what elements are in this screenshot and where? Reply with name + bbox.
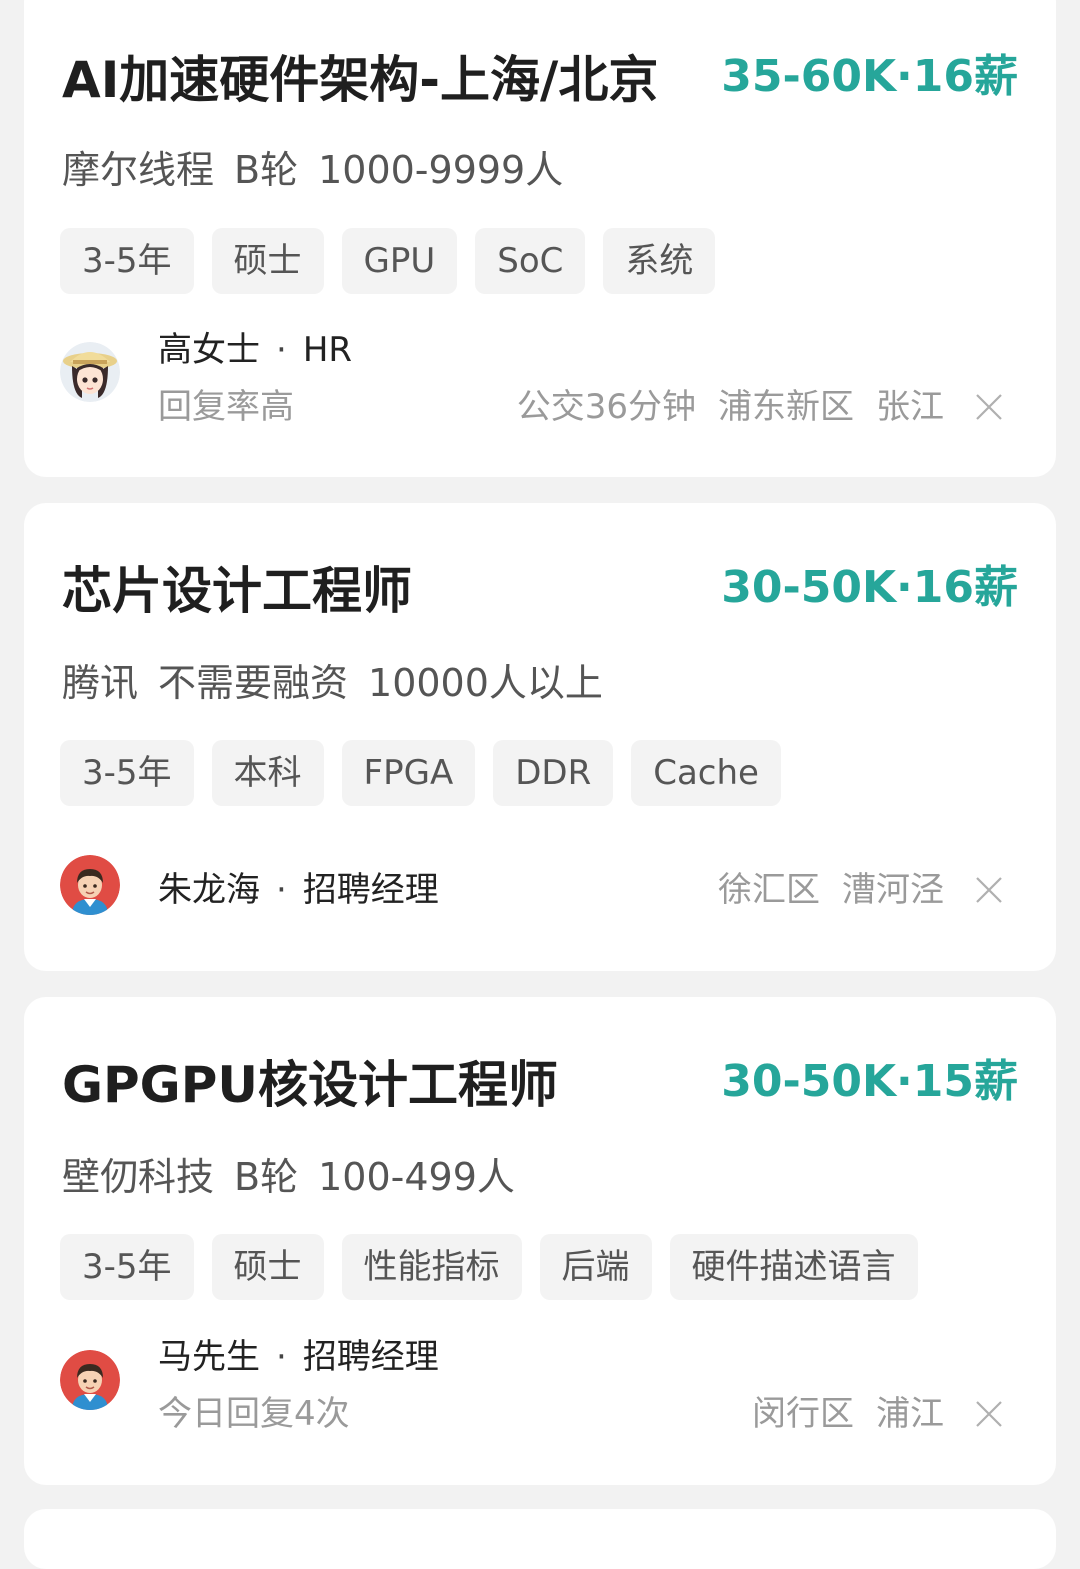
company-name: 腾讯	[62, 661, 139, 705]
recruiter-role: 招聘经理	[302, 870, 439, 910]
reply-status: 回复率高	[158, 387, 294, 427]
salary: 30-50K·16薪	[721, 562, 1018, 613]
company-name: 摩尔线程	[62, 148, 215, 192]
area: 浦江	[876, 1394, 944, 1434]
tag-list: 3-5年 硕士 GPU SoC 系统	[60, 228, 716, 294]
company-info: 壁仞科技 B轮 100-499人	[62, 1158, 515, 1196]
job-card[interactable]: GPGPU核设计工程师 30-50K·15薪 壁仞科技 B轮 100-499人 3-…	[24, 997, 1056, 1485]
tag: 系统	[603, 228, 716, 294]
job-location: 徐汇区 漕河泾	[718, 873, 944, 907]
company-stage: 不需要融资	[158, 661, 349, 705]
tag: 硬件描述语言	[669, 1234, 918, 1300]
tag: 3-5年	[60, 1234, 194, 1300]
close-icon[interactable]	[974, 1399, 1004, 1429]
separator-dot: ·	[276, 1337, 287, 1377]
man-avatar-icon	[60, 1350, 120, 1410]
recruiter-avatar[interactable]	[60, 342, 120, 402]
separator-dot: ·	[276, 870, 287, 910]
job-title: GPGPU核设计工程师	[62, 1056, 558, 1114]
commute-time: 公交36分钟	[516, 387, 696, 427]
salary: 35-60K·16薪	[721, 51, 1018, 102]
recruiter-name: 朱龙海 · 招聘经理	[158, 873, 439, 907]
recruiter-name: 高女士 · HR	[158, 333, 352, 367]
company-name: 壁仞科技	[62, 1155, 215, 1199]
company-size: 100-499人	[318, 1155, 515, 1199]
tag: Cache	[631, 740, 781, 806]
close-icon[interactable]	[974, 875, 1004, 905]
job-card[interactable]	[24, 1509, 1056, 1569]
company-stage: B轮	[234, 1155, 299, 1199]
recruiter-avatar[interactable]	[60, 855, 120, 915]
job-card[interactable]: AI加速硬件架构-上海/北京 35-60K·16薪 摩尔线程 B轮 1000-999…	[24, 0, 1056, 477]
district: 浦东新区	[718, 387, 854, 427]
job-card[interactable]: 芯片设计工程师 30-50K·16薪 腾讯 不需要融资 10000人以上 3-5年 …	[24, 503, 1056, 971]
recruiter-name-text: 高女士	[158, 330, 260, 370]
recruiter-name: 马先生 · 招聘经理	[158, 1340, 439, 1374]
tag: FPGA	[341, 740, 476, 806]
district: 徐汇区	[718, 870, 820, 910]
company-info: 腾讯 不需要融资 10000人以上	[62, 664, 603, 702]
job-location: 公交36分钟 浦东新区 张江	[517, 390, 944, 424]
tag-list: 3-5年 硕士 性能指标 后端 硬件描述语言	[60, 1234, 918, 1300]
tag: 性能指标	[341, 1234, 522, 1300]
recruiter-avatar[interactable]	[60, 1350, 120, 1410]
tag: 硕士	[211, 228, 324, 294]
recruiter-role: HR	[302, 330, 353, 370]
cartoon-girl-avatar-icon	[60, 342, 120, 402]
tag: 本科	[211, 740, 324, 806]
area: 张江	[876, 387, 944, 427]
tag: GPU	[341, 228, 458, 294]
man-avatar-icon	[60, 855, 120, 915]
job-location: 闵行区 浦江	[752, 1397, 944, 1431]
tag: 3-5年	[60, 228, 194, 294]
reply-status: 今日回复4次	[158, 1394, 350, 1434]
salary: 30-50K·15薪	[721, 1056, 1018, 1107]
tag: 后端	[539, 1234, 652, 1300]
area: 漕河泾	[842, 870, 944, 910]
close-icon[interactable]	[974, 392, 1004, 422]
job-title: AI加速硬件架构-上海/北京	[62, 51, 659, 109]
tag: 3-5年	[60, 740, 194, 806]
separator-dot: ·	[276, 330, 287, 370]
tag-list: 3-5年 本科 FPGA DDR Cache	[60, 740, 781, 806]
recruiter-role: 招聘经理	[302, 1337, 439, 1377]
tag: SoC	[475, 228, 586, 294]
company-size: 10000人以上	[368, 661, 603, 705]
tag: 硕士	[211, 1234, 324, 1300]
tag: DDR	[493, 740, 614, 806]
district: 闵行区	[752, 1394, 854, 1434]
company-info: 摩尔线程 B轮 1000-9999人	[62, 151, 563, 189]
company-size: 1000-9999人	[318, 148, 564, 192]
company-stage: B轮	[234, 148, 299, 192]
recruiter-name-text: 马先生	[158, 1337, 260, 1377]
recruiter-name-text: 朱龙海	[158, 870, 260, 910]
job-title: 芯片设计工程师	[62, 562, 412, 620]
